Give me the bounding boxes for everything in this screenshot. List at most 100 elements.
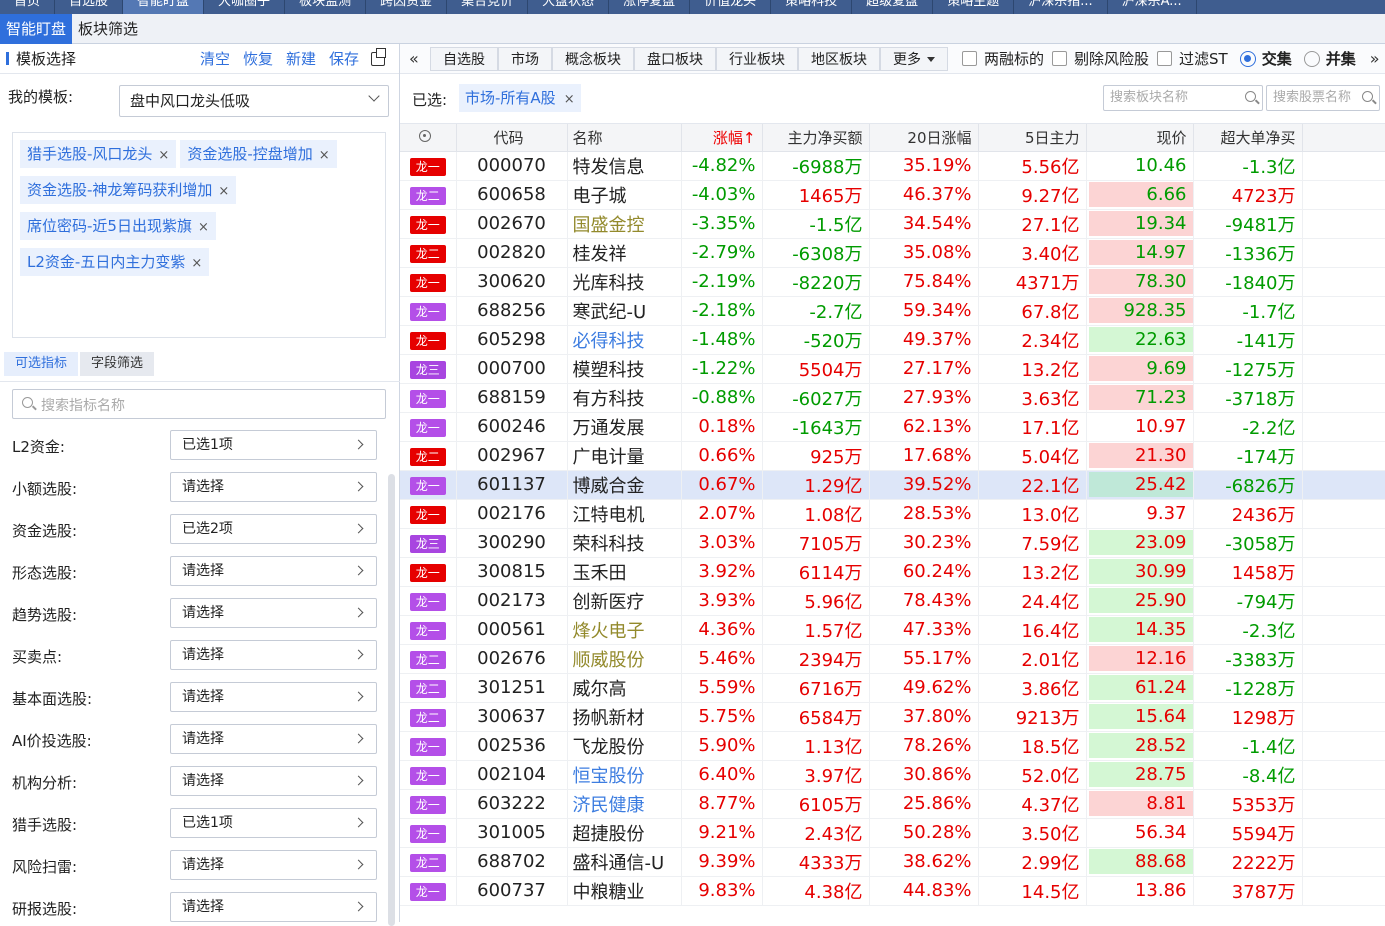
top-nav-item[interactable]: 沪深宗A...	[1108, 0, 1197, 14]
scrollbar[interactable]	[388, 474, 395, 926]
margin-checkbox[interactable]: 两融标的	[962, 48, 1044, 69]
table-row[interactable]: 龙二 002967 广电计量 0.66% 925万 17.68% 5.04亿 21.30 -17…	[400, 441, 1385, 471]
top-nav-item[interactable]: 自选股	[55, 0, 124, 14]
tab-optional-indicators[interactable]: 可选指标	[4, 352, 79, 376]
table-row[interactable]: 龙一 601137 博威合金 0.67% 1.29亿 39.52% 22.1亿 25.42 -6…	[400, 470, 1385, 500]
top-nav-item[interactable]: 沪深宗指...	[1014, 0, 1108, 14]
scroll-right-icon[interactable]: »	[1370, 49, 1380, 68]
filter-handicap-button[interactable]: 盘口板块	[634, 46, 716, 71]
restore-button[interactable]: 恢复	[243, 48, 273, 69]
top-nav-item[interactable]: 超级复盘	[852, 0, 934, 14]
name-cell[interactable]: 有方科技	[567, 383, 682, 413]
col-20d-change[interactable]: 20日涨幅	[869, 124, 979, 152]
name-cell[interactable]: 威尔高	[567, 673, 682, 703]
name-cell[interactable]: 顺威股份	[567, 644, 682, 674]
name-cell[interactable]: 万通发展	[567, 412, 682, 442]
name-cell[interactable]: 超捷股份	[567, 818, 682, 848]
filter-select[interactable]: 请选择	[170, 640, 377, 670]
stock-search-input[interactable]: 搜索股票名称	[1266, 85, 1380, 111]
filter-select[interactable]: 请选择	[170, 724, 377, 754]
sector-search-input[interactable]: 搜索板块名称	[1103, 85, 1263, 111]
table-row[interactable]: 龙一 002670 国盛金控 -3.35% -1.5亿 34.54% 27.1亿 19.34-…	[400, 209, 1385, 239]
top-nav-item[interactable]: 涨停复盘	[609, 0, 691, 14]
filter-select[interactable]: 请选择	[170, 598, 377, 628]
top-nav-item[interactable]: 大咖圈子	[204, 0, 286, 14]
top-nav-item[interactable]: 策略科技	[771, 0, 853, 14]
close-icon[interactable]: ×	[158, 148, 169, 163]
close-icon[interactable]: ×	[564, 92, 575, 107]
table-row[interactable]: 龙二 600658 电子城 -4.03% 1465万 46.37% 9.27亿 6.66 472…	[400, 180, 1385, 210]
filter-select[interactable]: 请选择	[170, 850, 377, 880]
name-cell[interactable]: 特发信息	[567, 151, 682, 181]
table-row[interactable]: 龙一 688159 有方科技 -0.88% -6027万 27.93% 3.63亿 71.23…	[400, 383, 1385, 413]
settings-icon[interactable]	[418, 130, 431, 143]
close-icon[interactable]: ×	[198, 220, 209, 235]
name-cell[interactable]: 恒宝股份	[567, 760, 682, 790]
clear-button[interactable]: 清空	[200, 48, 230, 69]
filter-region-button[interactable]: 地区板块	[798, 46, 880, 71]
name-cell[interactable]: 济民健康	[567, 789, 682, 819]
table-row[interactable]: 龙二 688702 盛科通信-U 9.39% 4333万 38.62% 2.99亿 88.68…	[400, 847, 1385, 877]
name-cell[interactable]: 电子城	[567, 180, 682, 210]
top-nav-item[interactable]: 集合竞价	[447, 0, 529, 14]
filter-market-button[interactable]: 市场	[498, 46, 552, 71]
name-cell[interactable]: 桂发祥	[567, 238, 682, 268]
top-nav-item[interactable]: 智能盯盘	[123, 0, 205, 14]
name-cell[interactable]: 博威合金	[567, 470, 682, 500]
name-cell[interactable]: 创新医疗	[567, 586, 682, 616]
table-row[interactable]: 龙一 300815 玉禾田 3.92% 6114万 60.24% 13.2亿 30.99 145…	[400, 557, 1385, 587]
close-icon[interactable]: ×	[319, 148, 330, 163]
filter-select[interactable]: 已选1项	[170, 808, 377, 838]
indicator-search-input[interactable]: 搜索指标名称	[12, 389, 386, 419]
filter-select[interactable]: 请选择	[170, 892, 377, 922]
name-cell[interactable]: 中粮糖业	[567, 876, 682, 906]
name-cell[interactable]: 广电计量	[567, 441, 682, 471]
table-row[interactable]: 龙二 300637 扬帆新材 5.75% 6584万 37.80% 9213万 15.64 12…	[400, 702, 1385, 732]
filter-industry-button[interactable]: 行业板块	[716, 46, 798, 71]
col-super-large-net[interactable]: 超大单净买	[1193, 124, 1303, 152]
filter-select[interactable]: 请选择	[170, 766, 377, 796]
table-row[interactable]: 龙一 002536 飞龙股份 5.90% 1.13亿 78.26% 18.5亿 28.52 -1…	[400, 731, 1385, 761]
filter-select[interactable]: 请选择	[170, 472, 377, 502]
my-template-select[interactable]: 盘中风口龙头低吸	[119, 85, 389, 117]
intersection-radio[interactable]: 交集	[1239, 48, 1292, 69]
name-cell[interactable]: 扬帆新材	[567, 702, 682, 732]
table-row[interactable]: 龙一 301005 超捷股份 9.21% 2.43亿 50.28% 3.50亿 56.34 55…	[400, 818, 1385, 848]
filter-select[interactable]: 已选2项	[170, 514, 377, 544]
scroll-left-icon[interactable]: «	[409, 49, 426, 68]
top-nav-item[interactable]: 首页	[0, 0, 56, 14]
table-row[interactable]: 龙二 002676 顺威股份 5.46% 2394万 55.17% 2.01亿 12.16 -3…	[400, 644, 1385, 674]
table-row[interactable]: 龙三 300290 荣科科技 3.03% 7105万 30.23% 7.59亿 23.09 -3…	[400, 528, 1385, 558]
filter-watchlist-button[interactable]: 自选股	[430, 46, 498, 71]
close-icon[interactable]: ×	[191, 256, 202, 271]
new-button[interactable]: 新建	[286, 48, 316, 69]
filter-select[interactable]: 请选择	[170, 682, 377, 712]
table-row[interactable]: 龙一 002104 恒宝股份 6.40% 3.97亿 30.86% 52.0亿 28.75 -8…	[400, 760, 1385, 790]
table-row[interactable]: 龙一 002173 创新医疗 3.93% 5.96亿 78.43% 24.4亿 25.90 -7…	[400, 586, 1385, 616]
col-change[interactable]: 涨幅↑	[681, 124, 763, 152]
col-5d-main[interactable]: 5日主力	[978, 124, 1087, 152]
filter-concept-button[interactable]: 概念板块	[552, 46, 634, 71]
tab-smart-watch[interactable]: 智能盯盘	[0, 14, 73, 44]
tab-sector-filter[interactable]: 板块筛选	[72, 14, 144, 44]
name-cell[interactable]: 江特电机	[567, 499, 682, 529]
table-row[interactable]: 龙三 000700 模塑科技 -1.22% 5504万 27.17% 13.2亿 9.69 -1…	[400, 354, 1385, 384]
filter-select[interactable]: 请选择	[170, 556, 377, 586]
union-radio[interactable]: 并集	[1303, 48, 1356, 69]
name-cell[interactable]: 烽火电子	[567, 615, 682, 645]
name-cell[interactable]: 飞龙股份	[567, 731, 682, 761]
more-dropdown[interactable]: 更多	[880, 46, 948, 71]
top-nav-item[interactable]: 板块监测	[285, 0, 367, 14]
exclude-risk-checkbox[interactable]: 剔除风险股	[1052, 48, 1149, 69]
top-nav-item[interactable]: 策略主题	[933, 0, 1015, 14]
table-row[interactable]: 龙一 002176 江特电机 2.07% 1.08亿 28.53% 13.0亿 9.37 243…	[400, 499, 1385, 529]
name-cell[interactable]: 国盛金控	[567, 209, 682, 239]
table-row[interactable]: 龙一 000070 特发信息 -4.82% -6988万 35.19% 5.56亿 10.46…	[400, 151, 1385, 181]
top-nav-item[interactable]: 大盘状态	[528, 0, 610, 14]
name-cell[interactable]: 光库科技	[567, 267, 682, 297]
name-cell[interactable]: 必得科技	[567, 325, 682, 355]
save-button[interactable]: 保存	[329, 48, 359, 69]
filter-st-checkbox[interactable]: 过滤ST	[1157, 48, 1228, 69]
col-main-net[interactable]: 主力净买额	[762, 124, 870, 152]
table-row[interactable]: 龙一 605298 必得科技 -1.48% -520万 49.37% 2.34亿 22.63-…	[400, 325, 1385, 355]
